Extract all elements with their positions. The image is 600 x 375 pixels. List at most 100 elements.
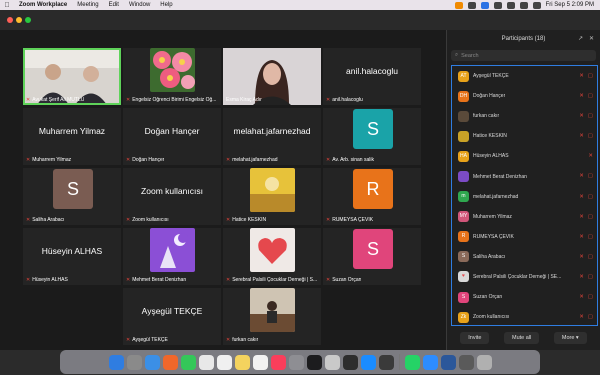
reminders-icon[interactable] [252,354,268,370]
menu-clock[interactable]: Fri Sep 5 2:09 PM [546,2,594,8]
participant-row[interactable]: HA Hüseyin ALHAS ✕ [452,146,597,166]
messages-icon[interactable] [180,354,196,370]
participant-row[interactable]: AT Ayşegül TEKÇE ✕ ▢ [452,66,597,86]
mic-muted-icon[interactable]: ✕ [579,254,584,260]
apple-icon[interactable]:  [0,2,14,9]
firefox-icon[interactable] [162,354,178,370]
video-tile[interactable]: R ✕ RUMEYSA ÇEVİK [323,168,421,225]
invite-button[interactable]: Invite [460,332,490,344]
video-tile[interactable]: ✕ Hatice KESKİN [223,168,321,225]
video-tile[interactable]: Esma Kiraç Adır [223,48,321,105]
participant-row[interactable]: ♥ Serebral Palsili Çocuklar Derneği | SE… [452,267,597,287]
video-tile[interactable]: Zoom kullanıcısı ✕ Zoom kullanıcısı [123,168,221,225]
music-icon[interactable] [270,354,286,370]
video-tile[interactable]: S ✕ Saliha Arabacı [23,168,121,225]
video-off-icon[interactable]: ▢ [588,314,593,320]
participant-row[interactable]: S Suzan Orçan ✕ ▢ [452,287,597,307]
search-icon[interactable] [519,1,528,9]
close-icon[interactable]: ✕ [589,35,594,42]
finder-icon[interactable] [108,354,124,370]
video-tile[interactable]: Ayşegül TEKÇE ✕ Ayşegül TEKÇE [123,288,221,345]
video-off-icon[interactable]: ▢ [588,234,593,240]
menu-edit[interactable]: Edit [104,2,124,8]
control-center-icon[interactable] [532,1,541,9]
zoom-status-icon[interactable] [480,1,489,9]
more-button[interactable]: More ▾ [553,332,587,344]
video-off-icon[interactable]: ▢ [588,254,593,260]
mic-muted-icon[interactable]: ✕ [579,214,584,220]
video-off-icon[interactable]: ▢ [588,133,593,139]
menu-app-name[interactable]: Zoom Workplace [14,2,72,8]
video-tile[interactable]: Doğan Hançer ✕ Doğan Hançer [123,108,221,165]
screen-record-icon[interactable] [467,1,476,9]
mic-muted-icon[interactable]: ✕ [579,314,584,320]
preview-icon[interactable] [324,354,340,370]
video-tile[interactable]: S ✕ Av. Arb. sinan salik [323,108,421,165]
fullscreen-window-button[interactable] [25,17,31,23]
participant-row[interactable]: Zk Zoom kullanıcısı ✕ ▢ [452,307,597,325]
participant-row[interactable]: R RUMEYSA ÇEVİK ✕ ▢ [452,227,597,247]
mic-muted-icon[interactable]: ✕ [579,234,584,240]
video-tile[interactable]: ✕ Serebral Palsili Çocuklar Derneği | S..… [223,228,321,285]
activity-monitor-icon[interactable] [378,354,394,370]
video-tile[interactable]: melahat.jafarnezhad ✕ melahat.jafarnezhad [223,108,321,165]
participants-search[interactable]: ⌕ Search [451,50,596,61]
menu-window[interactable]: Window [124,2,155,8]
mute-all-button[interactable]: Mute all [504,332,540,344]
video-tile[interactable]: S ✕ Suzan Orçan [323,228,421,285]
participant-row[interactable]: S Saliha Arabacı ✕ ▢ [452,247,597,267]
participant-row[interactable]: DH Doğan Hançer ✕ ▢ [452,86,597,106]
video-off-icon[interactable]: ▢ [588,113,593,119]
launchpad-icon[interactable] [126,354,142,370]
video-tile[interactable]: anil.halacoglu ✕ anil.halacoglu [323,48,421,105]
photos-icon[interactable] [198,354,214,370]
battery-icon[interactable] [493,1,502,9]
whatsapp-icon[interactable] [404,354,420,370]
video-off-icon[interactable]: ▢ [588,194,593,200]
mic-muted-icon[interactable]: ✕ [579,294,584,300]
notes-icon[interactable] [234,354,250,370]
mic-muted-icon[interactable]: ✕ [579,93,584,99]
video-off-icon[interactable]: ▢ [588,274,593,280]
zoom-icon[interactable] [422,354,438,370]
participant-row[interactable]: furkan cakır ✕ ▢ [452,106,597,126]
video-tile[interactable]: ✕ Avukat Şerif Ali MUTLU [23,48,121,105]
video-off-icon[interactable]: ▢ [588,173,593,179]
menu-meeting[interactable]: Meeting [72,2,103,8]
mic-muted-icon[interactable]: ✕ [579,113,584,119]
participant-row[interactable]: m melahat.jafarnezhad ✕ ▢ [452,187,597,207]
video-off-icon[interactable]: ▢ [588,294,593,300]
video-tile[interactable]: ✕ Mehmet Berat Denizhan [123,228,221,285]
word-icon[interactable] [440,354,456,370]
menu-help[interactable]: Help [155,2,177,8]
video-tile[interactable]: Muharrem Yilmaz ✕ Muharrem Yilmaz [23,108,121,165]
mic-muted-icon[interactable]: ✕ [579,194,584,200]
popout-icon[interactable]: ↗ [578,35,583,42]
mic-muted-icon[interactable]: ✕ [579,133,584,139]
mic-muted-icon[interactable]: ✕ [579,173,584,179]
close-window-button[interactable] [7,17,13,23]
mic-status-icon[interactable] [454,1,463,9]
video-tile[interactable]: Hüseyin ALHAS ✕ Hüseyin ALHAS [23,228,121,285]
mic-muted-icon[interactable]: ✕ [579,73,584,79]
participant-row[interactable]: Mehmet Berat Denizhan ✕ ▢ [452,166,597,186]
video-off-icon[interactable]: ▢ [588,93,593,99]
wifi-icon[interactable] [506,1,515,9]
chatgpt-icon[interactable] [342,354,358,370]
video-off-icon[interactable]: ▢ [588,73,593,79]
minimize-window-button[interactable] [16,17,22,23]
participant-row[interactable]: MY Muharrem Yilmaz ✕ ▢ [452,207,597,227]
calendar-icon[interactable] [216,354,232,370]
mic-muted-icon[interactable]: ✕ [579,274,584,280]
app-store-icon[interactable] [360,354,376,370]
mic-muted-icon[interactable]: ✕ [588,153,593,159]
settings-icon[interactable] [288,354,304,370]
downloads-icon[interactable] [458,354,474,370]
participant-row[interactable]: Hatice KESKİN ✕ ▢ [452,126,597,146]
video-tile[interactable]: ✕ furkan cakır [223,288,321,345]
video-tile[interactable]: ✕ Engelsiz Öğrenci Birimi Engelsiz Öğ... [123,48,221,105]
trash-icon[interactable] [476,354,492,370]
video-off-icon[interactable]: ▢ [588,214,593,220]
safari-icon[interactable] [144,354,160,370]
terminal-icon[interactable] [306,354,322,370]
